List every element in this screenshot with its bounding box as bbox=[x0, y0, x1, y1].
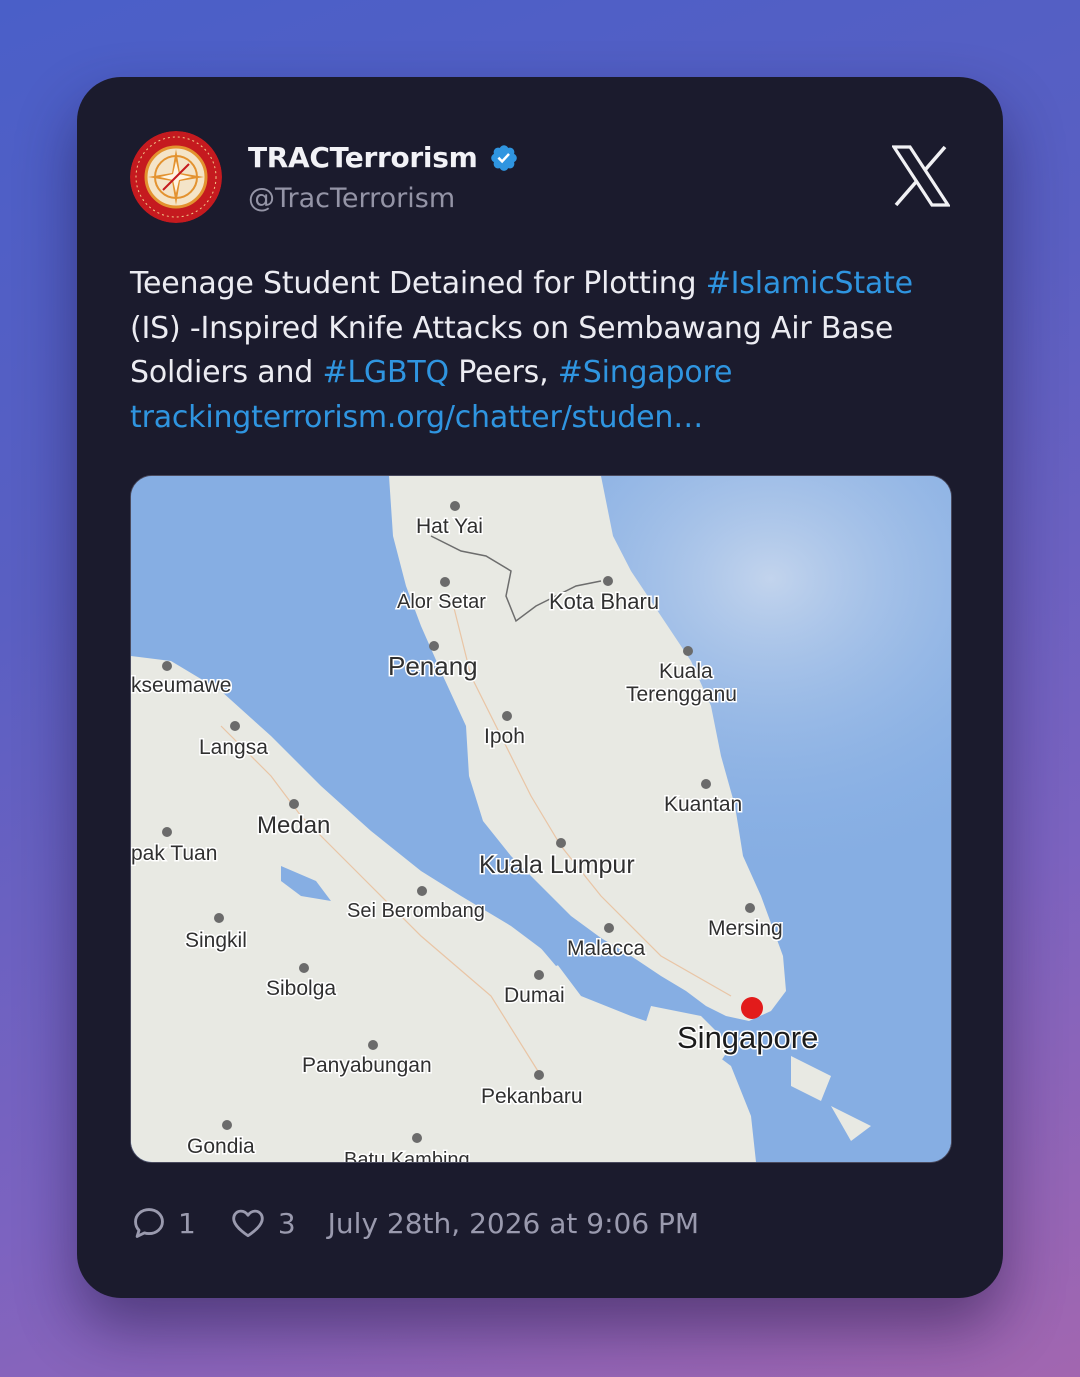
map-label-langsa: Langsa bbox=[199, 736, 268, 759]
map-label-mersing: Mersing bbox=[708, 917, 783, 940]
map-label-batu-kambing: Batu Kambing bbox=[344, 1149, 470, 1162]
map-label-tapak-tuan: pak Tuan bbox=[131, 842, 217, 865]
map-label-singapore: Singapore bbox=[677, 1020, 818, 1055]
verified-badge-icon bbox=[491, 144, 518, 171]
map-label-alor-setar: Alor Setar bbox=[397, 591, 486, 613]
singapore-marker[interactable] bbox=[741, 997, 763, 1019]
tweet-card: TRACTerrorism @TracTerrorism Teenage Stu… bbox=[77, 77, 1003, 1298]
avatar[interactable] bbox=[130, 131, 222, 223]
map-label-ipoh: Ipoh bbox=[484, 725, 525, 748]
map-label-dumai: Dumai bbox=[504, 984, 565, 1007]
map-label-gondia: Gondia bbox=[187, 1135, 255, 1158]
map-canvas: Hat Yai Alor Setar Kota Bharu Penang Kua… bbox=[131, 476, 951, 1162]
tweet-footer: 1 3 July 28th, 2026 at 9:06 PM bbox=[130, 1201, 699, 1245]
heart-icon[interactable] bbox=[228, 1204, 268, 1242]
map-label-terengganu: Terengganu bbox=[626, 683, 737, 706]
map-label-panyabungan: Panyabungan bbox=[302, 1054, 432, 1077]
like-count: 3 bbox=[277, 1206, 296, 1240]
post-text-segment: Peers, bbox=[448, 355, 558, 390]
post-text: Teenage Student Detained for Plotting #I… bbox=[130, 262, 960, 440]
map-label-lhokseumawe: kseumawe bbox=[131, 674, 231, 697]
hashtag-lgbtq[interactable]: #LGBTQ bbox=[322, 355, 449, 390]
timestamp[interactable]: July 28th, 2026 at 9:06 PM bbox=[328, 1207, 699, 1240]
compass-logo-icon bbox=[130, 131, 222, 223]
map-label-medan: Medan bbox=[257, 812, 330, 839]
hashtag-singapore[interactable]: #Singapore bbox=[558, 355, 733, 390]
post-link[interactable]: trackingterrorism.org/chatter/studen… bbox=[130, 400, 703, 435]
map-image[interactable]: Hat Yai Alor Setar Kota Bharu Penang Kua… bbox=[130, 475, 952, 1163]
author-handle[interactable]: @TracTerrorism bbox=[248, 183, 455, 214]
map-label-singkil: Singkil bbox=[185, 929, 247, 952]
map-label-pekanbaru: Pekanbaru bbox=[481, 1085, 583, 1108]
post-text-segment: Teenage Student Detained for Plotting bbox=[130, 266, 706, 301]
reply-count: 1 bbox=[178, 1206, 196, 1240]
map-label-malacca: Malacca bbox=[567, 937, 646, 960]
map-label-hat-yai: Hat Yai bbox=[416, 515, 483, 538]
reply-icon[interactable] bbox=[130, 1204, 168, 1242]
map-label-kota-bharu: Kota Bharu bbox=[549, 589, 659, 614]
map-label-kuantan: Kuantan bbox=[664, 793, 742, 816]
map-label-kuala: Kuala bbox=[659, 660, 713, 683]
map-label-sibolga: Sibolga bbox=[266, 977, 336, 1000]
author-name[interactable]: TRACTerrorism bbox=[248, 141, 478, 174]
x-logo-icon[interactable] bbox=[892, 145, 950, 207]
map-label-penang: Penang bbox=[388, 651, 478, 681]
hashtag-islamicstate[interactable]: #IslamicState bbox=[706, 266, 913, 301]
map-label-sei-berombang: Sei Berombang bbox=[347, 900, 485, 922]
map-label-kuala-lumpur: Kuala Lumpur bbox=[479, 851, 635, 879]
